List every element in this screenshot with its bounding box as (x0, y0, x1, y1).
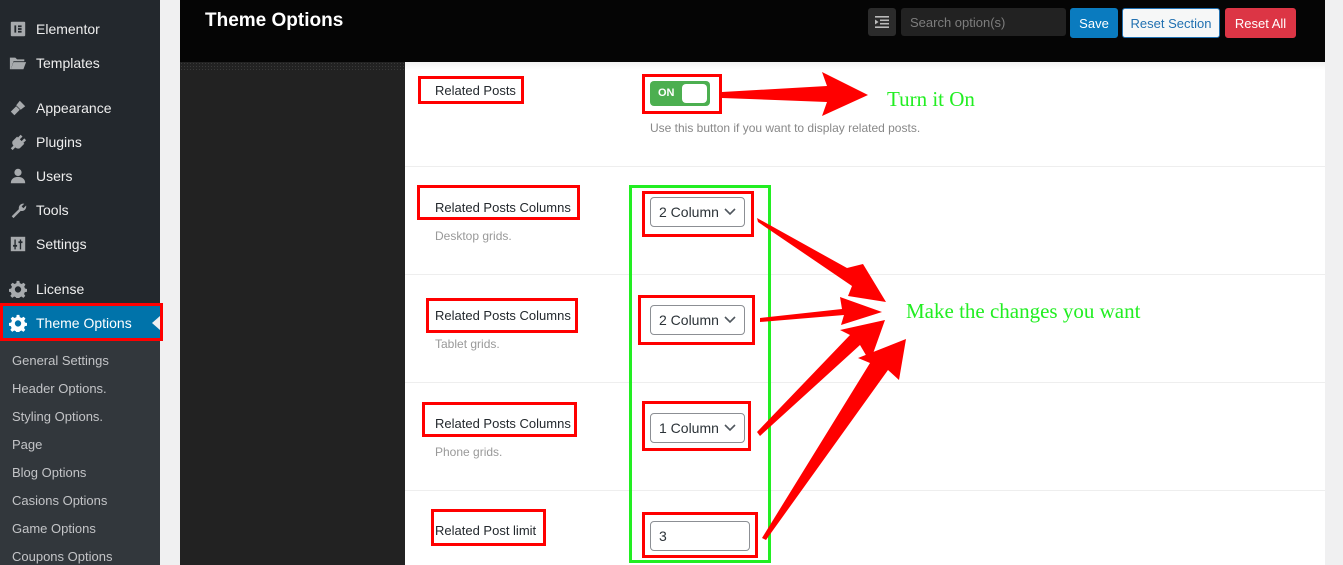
submenu-item-styling-options[interactable]: Styling Options. (12, 409, 103, 425)
option-label: Related Posts Columns (435, 416, 571, 431)
sidebar-item-theme-options[interactable]: Theme Options (0, 306, 160, 340)
submenu-item-casions-options[interactable]: Casions Options (12, 493, 107, 509)
submenu-item-coupons-options[interactable]: Coupons Options (12, 549, 112, 565)
option-label: Related Posts (435, 83, 516, 98)
sidebar-item-settings[interactable]: Settings (0, 227, 160, 261)
wrench-icon (8, 200, 28, 220)
search-options-input[interactable] (901, 8, 1066, 36)
option-label: Related Posts Columns (435, 308, 571, 323)
tablet-columns-select[interactable]: 2 Column (650, 305, 745, 335)
theme-options-section-nav (180, 62, 405, 565)
chevron-down-icon (724, 424, 736, 432)
related-posts-toggle[interactable]: ON (650, 81, 710, 106)
reset-section-button[interactable]: Reset Section (1122, 8, 1220, 38)
option-row-columns-tablet: Related Posts Columns Tablet grids. 2 Co… (405, 275, 1325, 383)
sidebar-item-plugins[interactable]: Plugins (0, 125, 160, 159)
option-label: Related Post limit (435, 523, 537, 538)
option-field-description: Use this button if you want to display r… (650, 121, 921, 135)
sidebar-item-appearance[interactable]: Appearance (0, 91, 160, 125)
sidebar-item-label: Elementor (36, 21, 100, 37)
phone-columns-select[interactable]: 1 Column (650, 413, 745, 443)
expand-options-button[interactable] (868, 8, 896, 36)
sidebar-item-label: Templates (36, 55, 100, 71)
sidebar-item-users[interactable]: Users (0, 159, 160, 193)
settings-sliders-icon (8, 234, 28, 254)
sidebar-item-elementor[interactable]: Elementor (0, 12, 160, 46)
option-description: Tablet grids. (435, 337, 500, 351)
related-post-limit-input[interactable] (650, 521, 750, 551)
option-description: Desktop grids. (435, 229, 512, 243)
plugin-icon (8, 132, 28, 152)
annotation-text-turn-on: Turn it On (887, 87, 975, 111)
submenu-item-page[interactable]: Page (12, 437, 42, 453)
sidebar-item-label: Plugins (36, 134, 82, 150)
gear-icon (8, 313, 28, 333)
toggle-knob (682, 84, 707, 103)
option-description: Phone grids. (435, 445, 503, 459)
paintbrush-icon (8, 98, 28, 118)
submenu-item-blog-options[interactable]: Blog Options (12, 465, 86, 481)
sidebar-item-label: Users (36, 168, 73, 184)
submenu-item-header-options[interactable]: Header Options. (12, 381, 107, 397)
option-row-columns-phone: Related Posts Columns Phone grids. 1 Col… (405, 383, 1325, 491)
option-label: Related Posts Columns (435, 200, 571, 215)
sidebar-item-tools[interactable]: Tools (0, 193, 160, 227)
sidebar-item-label: Appearance (36, 100, 112, 116)
desktop-columns-select[interactable]: 2 Column (650, 197, 745, 227)
folder-icon (8, 53, 28, 73)
option-row-related-post-limit: Related Post limit (405, 491, 1325, 565)
user-icon (8, 166, 28, 186)
sidebar-item-label: License (36, 281, 85, 297)
list-indent-icon (875, 16, 889, 28)
chevron-down-icon (724, 208, 736, 216)
save-button[interactable]: Save (1070, 8, 1118, 38)
submenu-item-game-options[interactable]: Game Options (12, 521, 96, 537)
annotation-text-make-changes: Make the changes you want (906, 299, 1141, 323)
sidebar-item-license[interactable]: License (0, 272, 160, 306)
option-row-related-posts: Related Posts ON Use this button if you … (405, 62, 1325, 167)
sidebar-item-label: Tools (36, 202, 69, 218)
sidebar-item-label: Settings (36, 236, 87, 252)
admin-sidebar: Elementor Templates Appearance Plugins U… (0, 0, 160, 565)
chevron-down-icon (724, 316, 736, 324)
reset-all-button[interactable]: Reset All (1225, 8, 1296, 38)
sidebar-item-templates[interactable]: Templates (0, 46, 160, 80)
page-title: Theme Options (205, 10, 344, 31)
option-row-columns-desktop: Related Posts Columns Desktop grids. 2 C… (405, 167, 1325, 275)
active-indicator-arrow (152, 316, 160, 330)
gear-icon (8, 279, 28, 299)
theme-options-header: Theme Options Save Reset Section Reset A… (180, 0, 1325, 62)
sidebar-item-label: Theme Options (36, 315, 132, 331)
submenu-item-general-settings[interactable]: General Settings (12, 353, 109, 369)
elementor-icon (8, 19, 28, 39)
